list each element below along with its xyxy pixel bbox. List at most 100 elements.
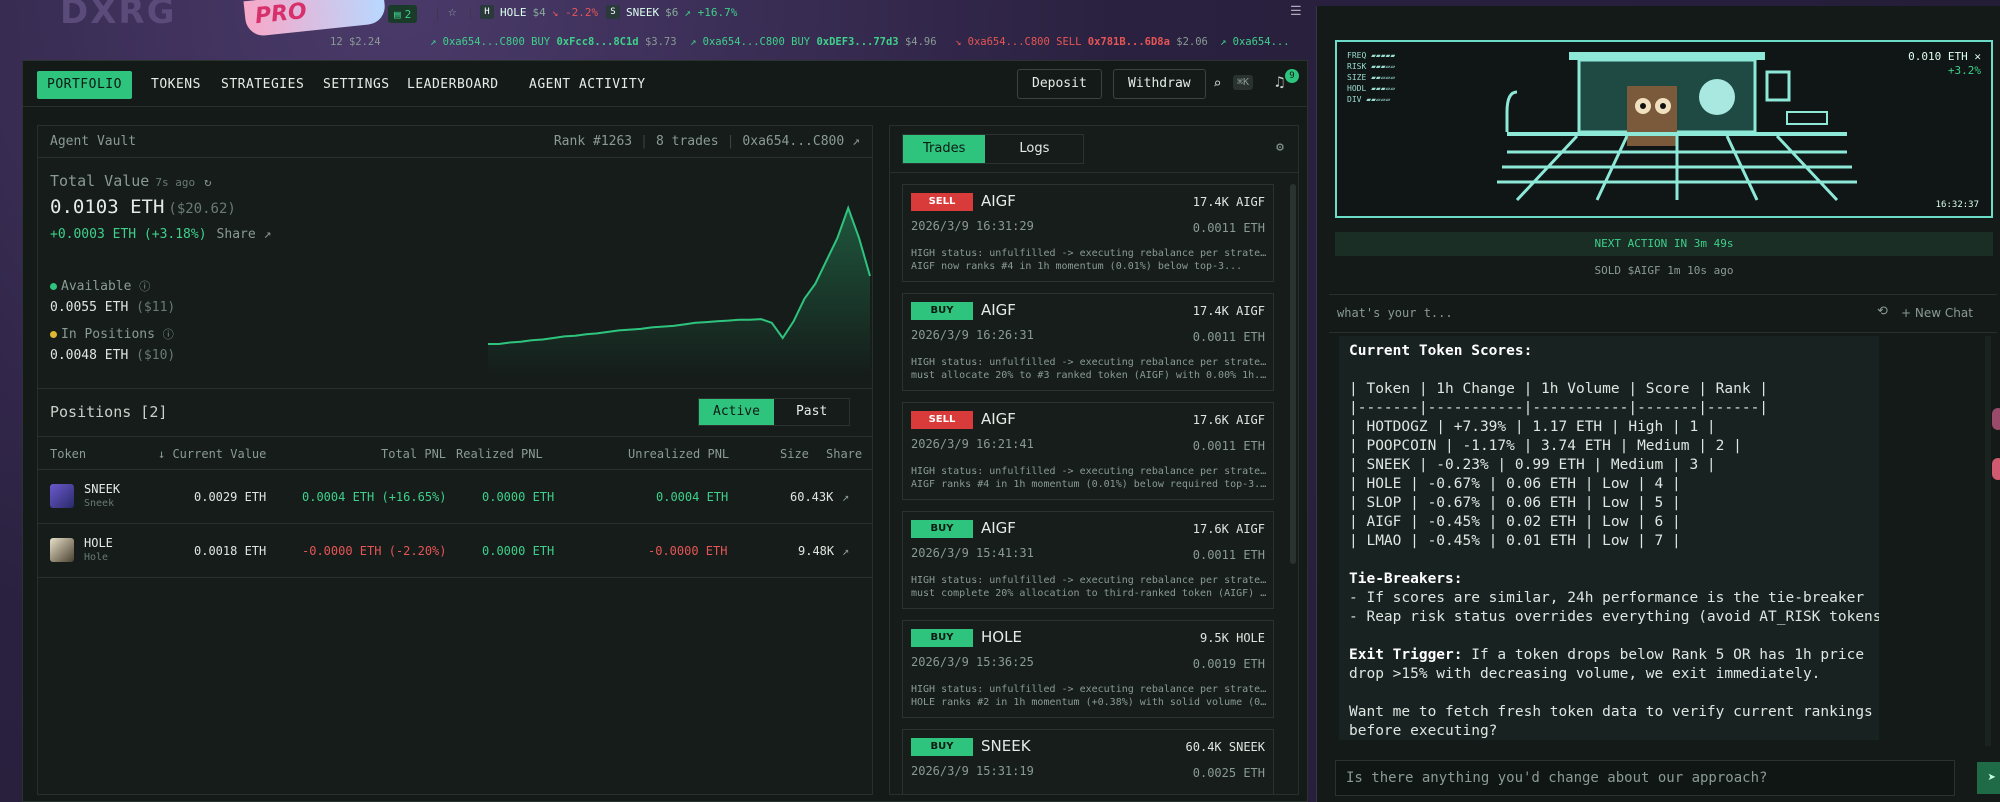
ticker-coin-sneek[interactable]: S SNEEK $6 ↗ +16.7% [606, 5, 737, 19]
external-link-icon[interactable]: ↗ [852, 134, 860, 149]
trade-card[interactable]: BUY SNEEK 60.4K SNEEK 2026/3/9 15:31:19 0.00… [902, 729, 1274, 794]
divider [437, 7, 438, 21]
ticker-trade[interactable]: ↘ 0xa654...C800 SELL 0x781B...6D8a $2.06 [955, 36, 1208, 48]
token-avatar [50, 538, 74, 562]
side-handle[interactable] [1992, 408, 2000, 430]
coin-symbol: HOLE [500, 5, 527, 19]
ticker-trade[interactable]: ↗ 0xa654...C800 [1220, 36, 1290, 48]
vault-address[interactable]: 0xa654...C800 [742, 134, 844, 149]
positions-dot [50, 331, 57, 338]
tab-past-positions[interactable]: Past [774, 399, 849, 425]
tab-leaderboard[interactable]: LEADERBOARD [397, 71, 509, 99]
share-icon[interactable]: ↗ [842, 490, 849, 504]
ticker-coin-hole[interactable]: H HOLE $4 ↘ -2.2% [480, 5, 598, 19]
send-button[interactable]: ➤ [1977, 762, 2000, 794]
trade-note: HIGH status: unfulfilled -> executing re… [911, 684, 1267, 708]
trade-eth: 0.0011 ETH [1192, 221, 1265, 235]
star-icon[interactable]: ☆ [448, 4, 456, 20]
table-row[interactable]: HOLE Hole 0.0018 ETH -0.0000 ETH (-2.20%… [38, 524, 872, 578]
trade-eth: 0.0011 ETH [1192, 330, 1265, 344]
agent-vault-card: Agent Vault Rank #1263 | 8 trades | 0xa6… [37, 125, 873, 795]
available-label: Available ⓘ [50, 278, 150, 294]
trade-card[interactable]: BUY AIGF 17.6K AIGF 2026/3/9 15:41:31 0.0011… [902, 511, 1274, 609]
trade-card[interactable]: BUY AIGF 17.4K AIGF 2026/3/9 16:26:31 0.0011… [902, 293, 1274, 391]
chart-area-fill [488, 208, 870, 376]
trade-token: AIGF [981, 192, 1016, 210]
sliders-icon[interactable]: ☰ [1290, 4, 1302, 19]
search-icon[interactable]: ⌕ [1213, 76, 1221, 92]
filter-icon[interactable]: ⚙ [1276, 140, 1284, 155]
vault-meta: Rank #1263 | 8 trades | 0xa654...C800 ↗ [554, 134, 860, 149]
send-icon: ➤ [1987, 770, 1997, 786]
tab-tokens[interactable]: TOKENS [141, 71, 211, 99]
trade-side-badge: BUY [911, 738, 973, 756]
trade-card[interactable]: BUY HOLE 9.5K HOLE 2026/3/9 15:36:25 0.0019 … [902, 620, 1274, 718]
trade-note: HIGH status: unfulfilled -> executing re… [911, 466, 1267, 490]
table-row[interactable]: SNEEK Sneek 0.0029 ETH 0.0004 ETH (+16.6… [38, 470, 872, 524]
trades-card: Trades Logs ⚙ SELL AIGF 17.4K AIGF 2026/3/9… [889, 125, 1299, 795]
trade-date: 2026/3/9 16:31:29 [911, 219, 1034, 233]
ticker-trade[interactable]: 12 $2.24 [330, 36, 381, 48]
ticker-trade[interactable]: ↗ 0xa654...C800 BUY 0xDEF3...77d3 $4.96 [690, 36, 937, 48]
col-size[interactable]: Size [780, 447, 809, 461]
share-link[interactable]: Share ↗ [217, 227, 272, 242]
divider [890, 172, 1298, 173]
trade-amount: 60.4K SNEEK [1185, 740, 1265, 754]
scrollbar[interactable] [1290, 184, 1296, 564]
active-count: 2 [404, 7, 412, 21]
trade-side-badge: SELL [911, 411, 973, 429]
trade-date: 2026/3/9 15:31:19 [911, 764, 1034, 778]
col-realized-pnl[interactable]: Realized PNL [456, 447, 543, 461]
col-unrealized-pnl[interactable]: Unrealized PNL [628, 447, 729, 461]
trade-eth: 0.0025 ETH [1192, 766, 1265, 780]
chat-title[interactable]: what's your t... [1337, 306, 1453, 320]
value-change: +0.0003 ETH (+3.18%) Share ↗ [50, 227, 272, 242]
tab-portfolio[interactable]: PORTFOLIO [37, 71, 132, 99]
tab-settings[interactable]: SETTINGS [313, 71, 400, 99]
agent-clock: 16:32:37 [1935, 200, 1979, 210]
next-action-banner: NEXT ACTION IN 3m 49s [1335, 232, 1993, 256]
trade-card[interactable]: SELL AIGF 17.6K AIGF 2026/3/9 16:21:41 0.001… [902, 402, 1274, 500]
coin-icon: H [480, 5, 494, 19]
chat-input[interactable]: Is there anything you'd change about our… [1335, 760, 1955, 796]
tab-active-positions[interactable]: Active [699, 399, 774, 425]
tab-agent-activity[interactable]: AGENT ACTIVITY [519, 71, 656, 99]
trade-eth: 0.0011 ETH [1192, 439, 1265, 453]
side-handle[interactable] [1992, 458, 2000, 480]
trade-card[interactable]: SELL AIGF 17.4K AIGF 2026/3/9 16:31:29 0.001… [902, 184, 1274, 282]
positions-title: Positions [2] [50, 403, 168, 421]
info-icon[interactable]: ⓘ [163, 328, 174, 341]
col-total-pnl[interactable]: Total PNL [381, 447, 446, 461]
shortcut-hint: ⌘K [1233, 75, 1254, 90]
trades-tabs: Trades Logs [902, 134, 1085, 164]
withdraw-button[interactable]: Withdraw [1113, 69, 1206, 99]
col-current-value[interactable]: ↓ Current Value [158, 447, 266, 461]
share-icon[interactable]: ↗ [842, 544, 849, 558]
tab-strategies[interactable]: STRATEGIES [211, 71, 314, 99]
deposit-button[interactable]: Deposit [1017, 69, 1102, 99]
agent-stats: FREQ ▰▰▰▰▰ RISK ▰▰▰▱▱ SIZE ▰▰▱▱▱ HODL ▰▰… [1347, 51, 1396, 104]
trade-eth: 0.0019 ETH [1192, 657, 1265, 671]
total-value-label: Total Value 7s ago ↻ [50, 172, 212, 190]
trade-side-badge: SELL [911, 193, 973, 211]
info-icon[interactable]: ⓘ [139, 280, 150, 293]
trade-eth: 0.0011 ETH [1192, 548, 1265, 562]
agent-chat-panel: FREQ ▰▰▰▰▰ RISK ▰▰▰▱▱ SIZE ▰▰▱▱▱ HODL ▰▰… [1316, 6, 2000, 802]
ticker-trade[interactable]: ↗ 0xa654...C800 BUY 0xFcc8...8C1d $3.73 [430, 36, 677, 48]
agent-message: Current Token Scores: | Token | 1h Chang… [1339, 336, 1879, 740]
col-share[interactable]: Share [826, 447, 862, 461]
divider [1329, 294, 1997, 295]
new-chat-button[interactable]: + New Chat [1901, 306, 1973, 320]
active-positions-chip[interactable]: ▤ 2 [388, 5, 418, 23]
tab-trades[interactable]: Trades [903, 135, 986, 163]
tab-logs[interactable]: Logs [985, 135, 1083, 163]
scrollbar[interactable] [1985, 336, 1991, 746]
trade-date: 2026/3/9 15:41:31 [911, 546, 1034, 560]
trade-token: HOLE [981, 628, 1022, 646]
trade-amount: 17.4K AIGF [1192, 304, 1265, 318]
bell-icon[interactable]: ♫ [1275, 73, 1284, 91]
history-icon[interactable]: ⟲ [1877, 304, 1888, 319]
col-token[interactable]: Token [50, 447, 86, 461]
in-positions-value: 0.0048 ETH ($10) [50, 348, 176, 363]
refresh-icon[interactable]: ↻ [204, 175, 211, 189]
